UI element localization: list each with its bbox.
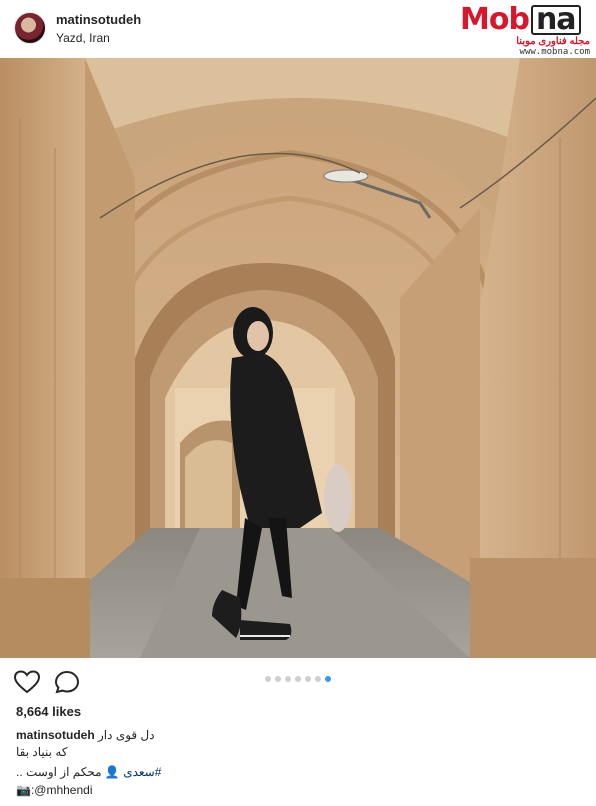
comment-bubble-icon[interactable] [54, 670, 80, 694]
caption-text-3: محکم از اوست .. [16, 765, 102, 779]
caption-hashtag[interactable]: #سعدی [123, 765, 161, 779]
caption-text-2: که بنیاد بقا [16, 745, 68, 759]
caption-line-3: محکم از اوست .. 👤 #سعدی [16, 765, 161, 780]
carousel-dot[interactable] [315, 676, 321, 682]
caption-mention[interactable]: @mhhendi [34, 783, 92, 797]
carousel-dot[interactable] [295, 676, 301, 682]
logo-subtitle: مجله فناوری موبنا [516, 36, 590, 47]
carousel-dot-active[interactable] [325, 676, 331, 682]
logo-wordmark: Mob na [460, 2, 581, 37]
carousel-dot[interactable] [305, 676, 311, 682]
post-header: matinsotudeh Yazd, Iran Mob na مجله فناور… [0, 0, 596, 58]
carousel-dot[interactable] [275, 676, 281, 682]
avatar[interactable] [14, 12, 46, 44]
caption-line-4: 📷:@mhhendi [16, 783, 93, 798]
post-photo[interactable] [0, 58, 596, 658]
person-emoji-icon: 👤 [104, 765, 120, 779]
mobna-watermark-logo: Mob na مجله فناوری موبنا www.mobna.com [460, 2, 592, 58]
post-location[interactable]: Yazd, Iran [56, 31, 110, 45]
heart-icon[interactable] [14, 670, 40, 694]
carousel-dot[interactable] [265, 676, 271, 682]
caption-line-1: matinsotudeh دل قوی دار [16, 728, 155, 743]
caption-text-1: دل قوی دار [98, 728, 155, 742]
logo-url: www.mobna.com [519, 47, 590, 57]
carousel-dot[interactable] [285, 676, 291, 682]
caption-username[interactable]: matinsotudeh [16, 728, 95, 742]
carousel-indicator [0, 676, 596, 682]
camera-emoji-icon: 📷: [16, 783, 35, 797]
post-username[interactable]: matinsotudeh [56, 12, 141, 27]
caption-line-2: که بنیاد بقا [16, 745, 67, 760]
action-bar [0, 658, 596, 704]
likes-count[interactable]: 8,664 likes [16, 704, 81, 719]
